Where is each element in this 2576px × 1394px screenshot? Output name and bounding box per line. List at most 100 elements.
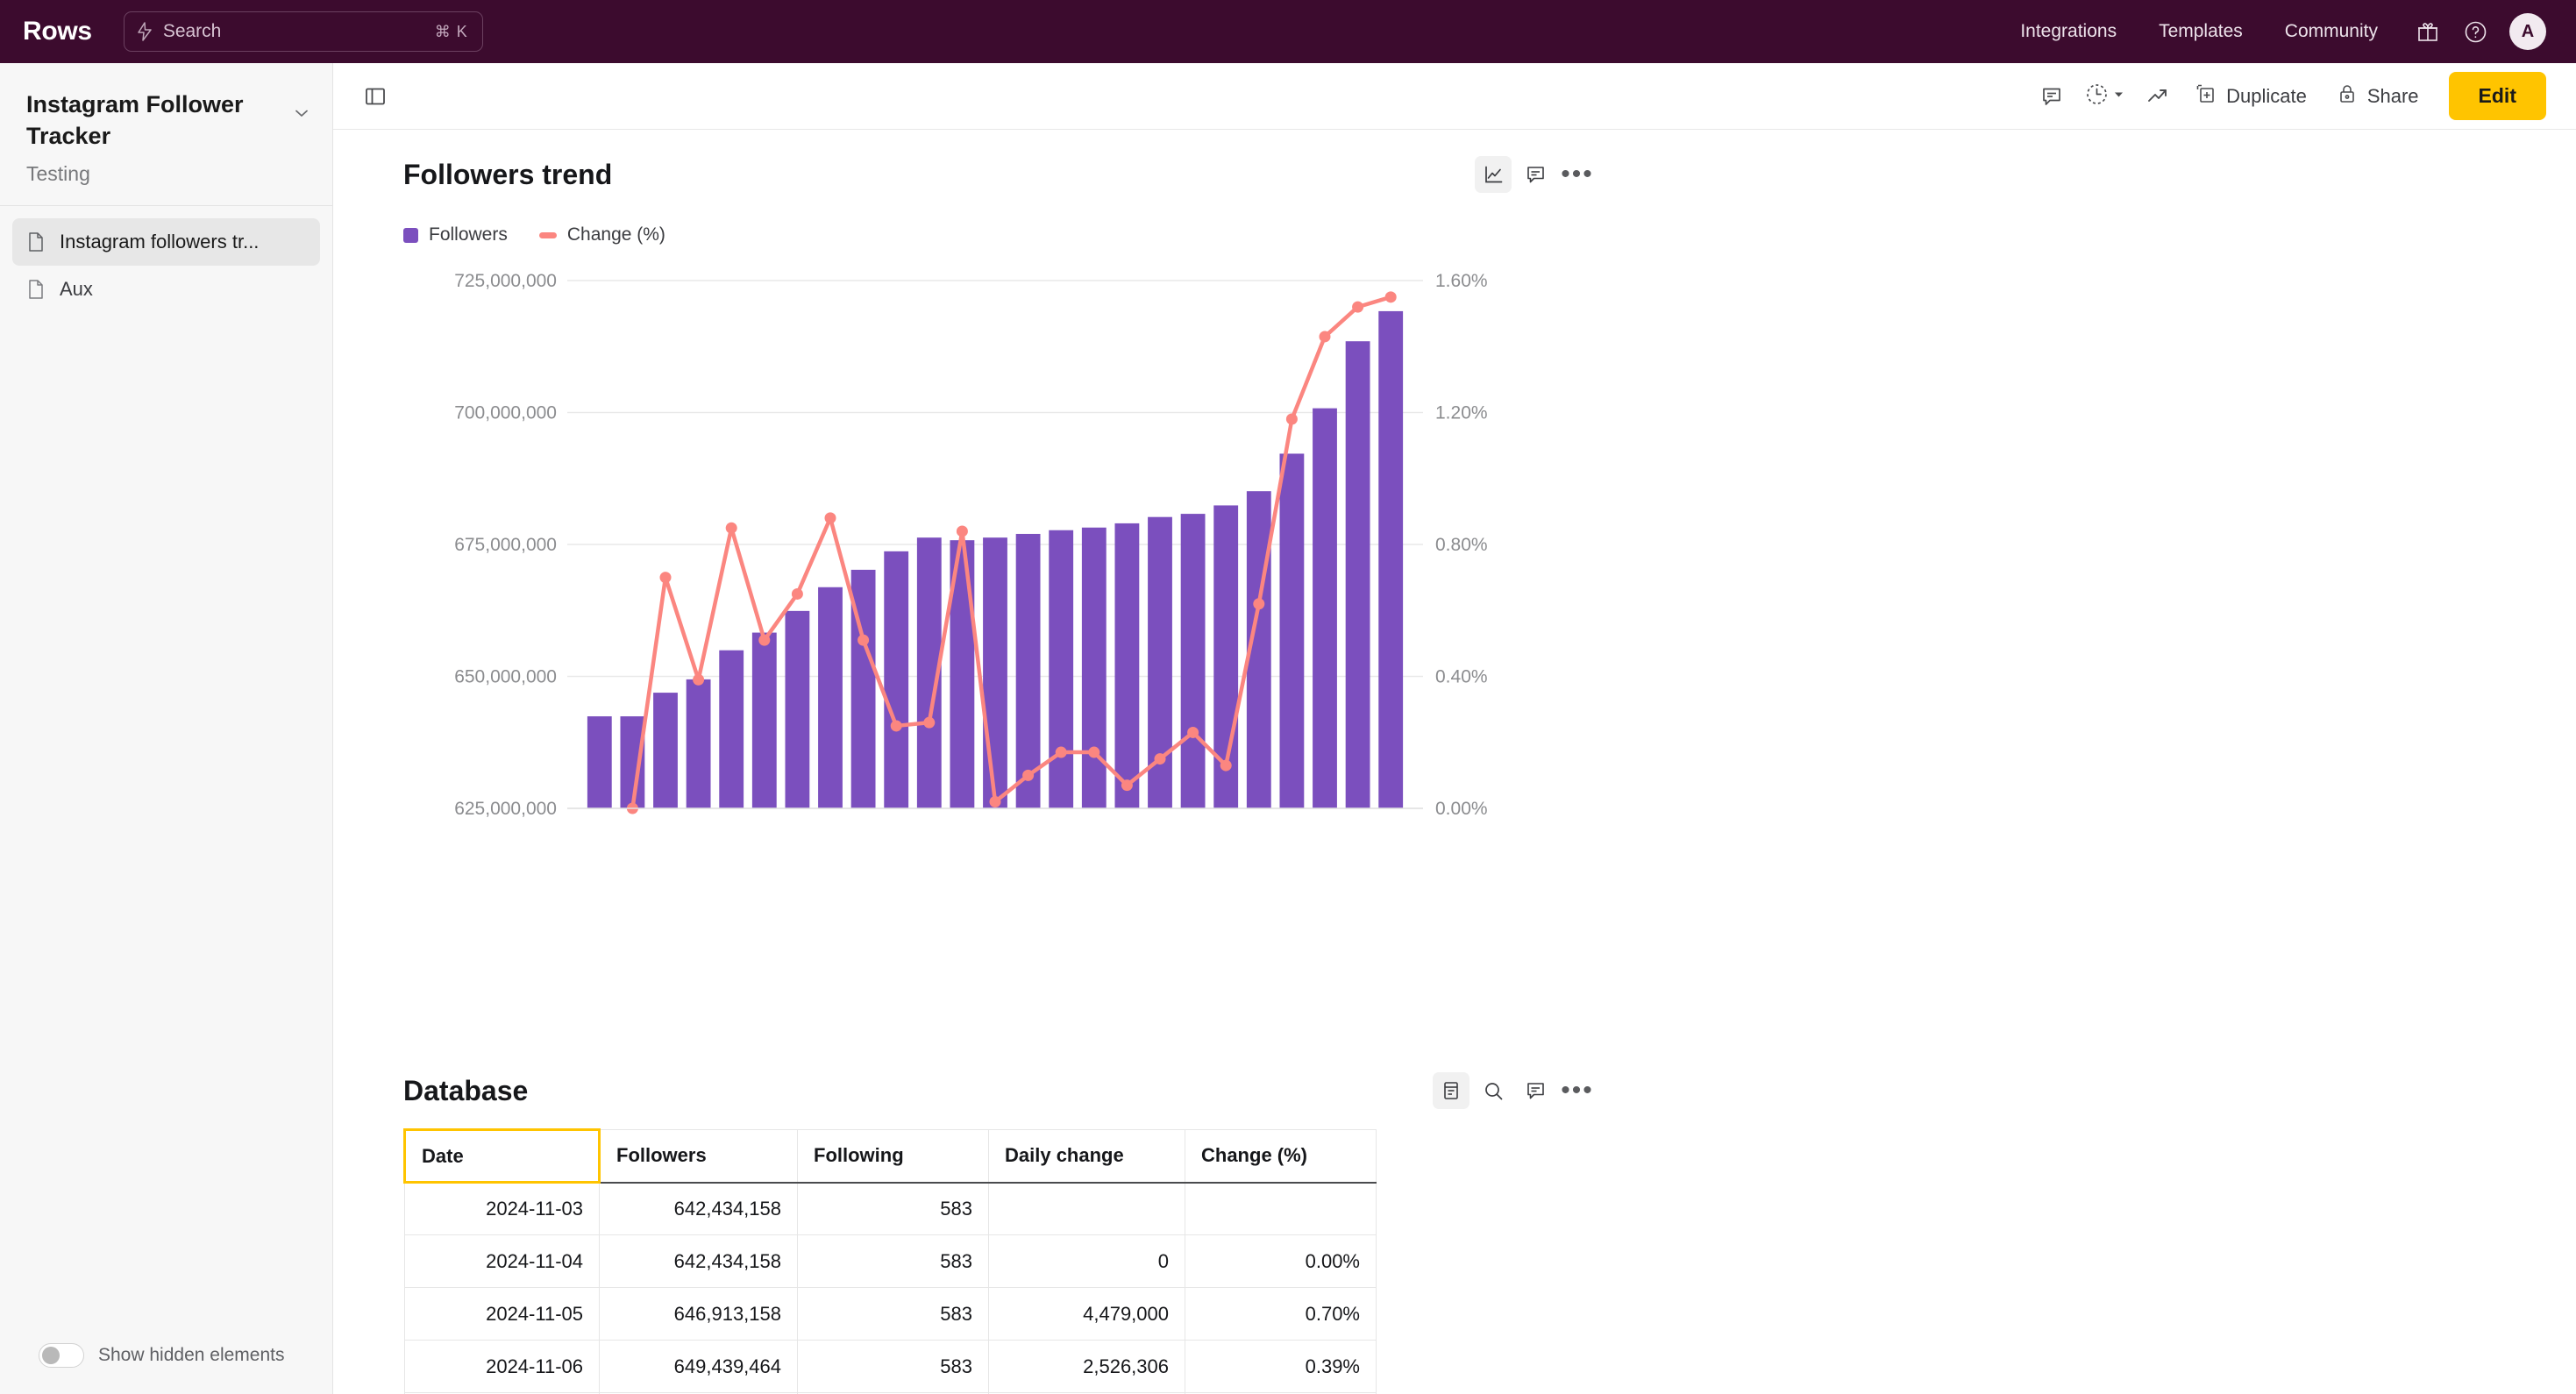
chart-bar[interactable] — [1049, 530, 1074, 808]
table-cell[interactable]: 0 — [988, 1234, 1185, 1288]
share-button[interactable]: Share — [2324, 75, 2431, 117]
table-cell[interactable]: 583 — [797, 1182, 989, 1235]
chart-view-icon[interactable] — [1475, 156, 1512, 193]
table-cell[interactable]: 0.00% — [1185, 1234, 1377, 1288]
table-cell[interactable]: 583 — [797, 1234, 989, 1288]
column-header-following[interactable]: Following — [797, 1129, 989, 1184]
trend-arrow-icon[interactable] — [2138, 77, 2177, 116]
gift-icon[interactable] — [2409, 13, 2446, 50]
table-cell[interactable]: 2024-11-03 — [404, 1182, 600, 1235]
chart-point[interactable] — [1088, 746, 1100, 758]
chart-svg[interactable]: 625,000,000 0.00% 650,000,000 0.40% 675,000,… — [403, 265, 1596, 878]
chart-point[interactable] — [1352, 301, 1364, 313]
chart-bar[interactable] — [1081, 527, 1107, 808]
table-cell[interactable]: 646,913,158 — [599, 1287, 798, 1341]
chart-point[interactable] — [1319, 331, 1331, 343]
table-cell[interactable]: 642,434,158 — [599, 1182, 798, 1235]
chart-point[interactable] — [1055, 746, 1067, 758]
table-cell[interactable]: 642,434,158 — [599, 1234, 798, 1288]
table-cell[interactable]: 2024-11-04 — [404, 1234, 600, 1288]
table-cell[interactable]: 583 — [797, 1287, 989, 1341]
chart-bar[interactable] — [1313, 408, 1337, 808]
chart-bar[interactable] — [818, 587, 843, 808]
column-header-daily-change[interactable]: Daily change — [988, 1129, 1185, 1184]
chart-point[interactable] — [758, 634, 771, 646]
column-header-followers[interactable]: Followers — [599, 1129, 798, 1184]
chart-point[interactable] — [659, 572, 672, 584]
more-options-icon[interactable]: ••• — [1559, 156, 1596, 193]
chart-bar[interactable] — [1279, 453, 1305, 808]
table-cell[interactable]: 2024-11-05 — [404, 1287, 600, 1341]
history-dropdown-button[interactable] — [2076, 75, 2133, 118]
table-cell[interactable]: 0.70% — [1185, 1287, 1377, 1341]
help-icon[interactable] — [2457, 13, 2494, 50]
chart-bar[interactable] — [686, 679, 711, 808]
chart-point[interactable] — [1220, 759, 1232, 772]
rows-logo[interactable]: Rows — [23, 17, 92, 46]
legend-item-followers[interactable]: Followers — [403, 224, 508, 245]
table-cell[interactable] — [988, 1182, 1185, 1235]
chart-bar[interactable] — [1114, 523, 1140, 808]
show-hidden-elements-toggle[interactable] — [39, 1343, 84, 1368]
table-cell[interactable]: 583 — [797, 1340, 989, 1393]
nav-link-templates[interactable]: Templates — [2138, 21, 2264, 42]
table-cell[interactable]: 2024-11-06 — [404, 1340, 600, 1393]
chart-point[interactable] — [791, 587, 803, 600]
sidebar-toggle-icon[interactable] — [356, 77, 395, 116]
table-row[interactable]: 2024-11-03 642,434,158 583 — [404, 1182, 1377, 1235]
column-header-date[interactable]: Date — [403, 1128, 601, 1184]
chart-point[interactable] — [725, 522, 737, 534]
duplicate-button[interactable]: Duplicate — [2182, 75, 2319, 117]
chevron-down-icon[interactable] — [292, 103, 311, 123]
edit-button[interactable]: Edit — [2448, 72, 2546, 120]
chart-bar[interactable] — [785, 610, 810, 808]
chart-point[interactable] — [923, 716, 936, 729]
sidebar-item-aux[interactable]: Aux — [12, 266, 320, 313]
chart-bar[interactable] — [983, 537, 1007, 808]
sidebar-item-instagram-followers[interactable]: Instagram followers tr... — [12, 218, 320, 267]
chart-bar[interactable] — [719, 650, 744, 808]
chart-bar[interactable] — [1378, 310, 1404, 808]
chart-bar[interactable] — [751, 632, 777, 808]
more-options-icon[interactable]: ••• — [1559, 1072, 1596, 1109]
sidebar-document-header: Instagram Follower Tracker Testing — [0, 63, 332, 207]
chart-line[interactable] — [630, 295, 1393, 811]
table-row[interactable]: 2024-11-04 642,434,158 583 0 0.00% — [404, 1234, 1377, 1288]
avatar[interactable]: A — [2509, 13, 2546, 50]
table-row[interactable]: 2024-11-05 646,913,158 583 4,479,000 0.70% — [404, 1287, 1377, 1341]
chart-point[interactable] — [1022, 769, 1035, 781]
table-cell[interactable]: 2,526,306 — [988, 1340, 1185, 1393]
global-search-box[interactable]: Search ⌘ K — [123, 11, 483, 52]
chart-point[interactable] — [890, 720, 902, 732]
column-header-change-pct[interactable]: Change (%) — [1185, 1129, 1377, 1184]
chart-bar[interactable] — [1345, 341, 1370, 809]
comment-icon[interactable] — [1517, 1072, 1554, 1109]
table-view-icon[interactable] — [1433, 1072, 1469, 1109]
table-cell[interactable] — [1185, 1182, 1377, 1235]
chart-point[interactable] — [1384, 291, 1397, 303]
chart-point[interactable] — [989, 795, 1001, 807]
chart-bar[interactable] — [653, 693, 678, 808]
chart-point[interactable] — [1121, 779, 1133, 792]
legend-item-change[interactable]: Change (%) — [538, 224, 665, 245]
nav-link-community[interactable]: Community — [2264, 21, 2399, 42]
nav-link-integrations[interactable]: Integrations — [1999, 21, 2138, 42]
chart-bar[interactable] — [884, 551, 909, 808]
table-row[interactable]: 2024-11-06 649,439,464 583 2,526,306 0.39% — [404, 1340, 1377, 1393]
chart-point[interactable] — [1187, 726, 1199, 738]
chart-point[interactable] — [824, 512, 836, 524]
search-icon[interactable] — [1475, 1072, 1512, 1109]
comment-icon[interactable] — [1517, 156, 1554, 193]
table-cell[interactable]: 649,439,464 — [599, 1340, 798, 1393]
chart-point[interactable] — [1253, 598, 1265, 610]
table-cell[interactable]: 4,479,000 — [988, 1287, 1185, 1341]
comment-icon[interactable] — [2032, 77, 2071, 116]
chart-point[interactable] — [1154, 753, 1166, 765]
chart-bar[interactable] — [1180, 514, 1206, 808]
chart-point[interactable] — [857, 634, 870, 646]
chart-point[interactable] — [956, 525, 968, 537]
chart-point[interactable] — [1285, 413, 1298, 425]
chart-bar[interactable] — [587, 716, 612, 808]
table-cell[interactable]: 0.39% — [1185, 1340, 1377, 1393]
chart-point[interactable] — [693, 673, 705, 686]
